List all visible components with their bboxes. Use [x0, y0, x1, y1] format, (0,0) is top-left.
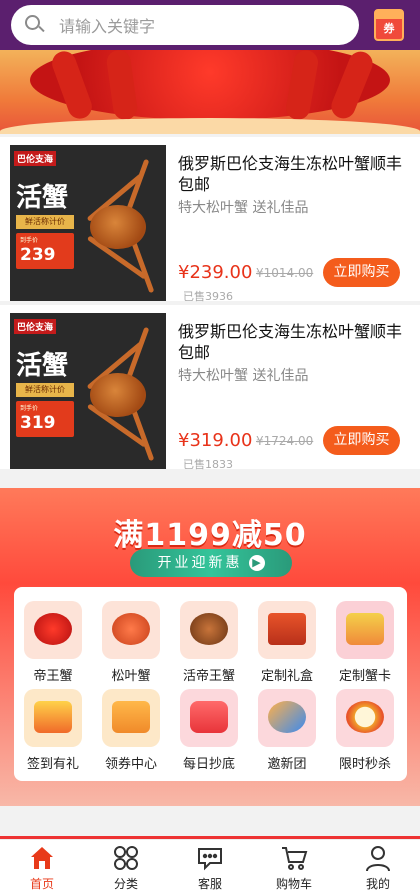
- bottom-nav: 首页 分类 客服 购物车 我的: [0, 839, 420, 894]
- sold-count: 已售1833: [183, 458, 233, 471]
- image-tag: 鲜活称计价: [16, 383, 74, 397]
- coupon-center-icon: [102, 689, 160, 747]
- image-headline: 活蟹: [16, 351, 69, 381]
- product-card[interactable]: 巴伦支海 活蟹 鲜活称计价 到手价 239 俄罗斯巴伦支海生冻松叶蟹顺丰包邮 特…: [0, 137, 420, 303]
- crab-image: [90, 373, 146, 417]
- product-image[interactable]: 巴伦支海 活蟹 鲜活称计价 到手价 319: [10, 313, 166, 469]
- coupon-label: 券: [383, 22, 395, 35]
- promo-headline: 满1199减50: [113, 518, 307, 553]
- category-label: 松叶蟹: [111, 669, 151, 684]
- image-tag: 鲜活称计价: [16, 215, 74, 229]
- image-headline: 活蟹: [16, 183, 69, 213]
- live-king-crab-icon: [180, 601, 238, 659]
- category-item-live-king-crab[interactable]: 活帝王蟹: [170, 601, 248, 691]
- product-subtitle: 特大松叶蟹 送礼佳品: [178, 368, 309, 384]
- nav-label: 客服: [197, 877, 222, 891]
- coupon-button[interactable]: 券: [374, 9, 404, 41]
- category-label: 帝王蟹: [33, 669, 73, 684]
- sign-in-gift-icon: [24, 689, 82, 747]
- nav-item-cart[interactable]: 购物车: [252, 840, 336, 894]
- category-label: 活帝王蟹: [182, 669, 235, 684]
- product-subtitle: 特大松叶蟹 送礼佳品: [178, 200, 309, 216]
- nav-label: 分类: [113, 877, 138, 891]
- category-item-crab-card[interactable]: 定制蟹卡: [326, 601, 404, 691]
- category-item-daily-deal[interactable]: 每日抄底: [170, 689, 248, 779]
- product-title[interactable]: 俄罗斯巴伦支海生冻松叶蟹顺丰包邮: [178, 321, 406, 363]
- category-grid: 帝王蟹 松叶蟹 活帝王蟹 定制礼盒 定制蟹卡 签到有礼 领券中心 每日抄底 邀新…: [14, 587, 407, 781]
- category-label: 限时秒杀: [338, 757, 391, 772]
- category-item-gift-box[interactable]: 定制礼盒: [248, 601, 326, 691]
- category-item-flash-sale[interactable]: 限时秒杀: [326, 689, 404, 779]
- buy-now-button[interactable]: 立即购买: [323, 258, 400, 287]
- image-price-label: 到手价: [20, 405, 39, 412]
- category-item-coupon-center[interactable]: 领券中心: [92, 689, 170, 779]
- top-bar: 请输入关键字 券: [0, 0, 420, 50]
- nav-label: 我的: [365, 877, 390, 891]
- brand-logo: 巴伦支海: [14, 151, 57, 166]
- original-price: ¥1014.00: [256, 266, 314, 280]
- crab-card-icon: [336, 601, 394, 659]
- category-item-snow-crab[interactable]: 松叶蟹: [92, 601, 170, 691]
- image-price-label: 到手价: [20, 237, 39, 244]
- promo-cta-button[interactable]: 开业迎新惠 ▶: [130, 549, 292, 577]
- service-icon: [198, 848, 222, 871]
- nav-label: 购物车: [275, 877, 312, 891]
- king-crab-icon: [24, 601, 82, 659]
- home-icon: [31, 847, 53, 869]
- category-label: 每日抄底: [182, 757, 235, 772]
- image-price-box: 到手价 319: [16, 401, 74, 437]
- nav-item-service[interactable]: 客服: [168, 840, 252, 894]
- gift-box-icon: [258, 601, 316, 659]
- product-price: ¥319.00: [178, 430, 253, 451]
- flash-sale-icon: [336, 689, 394, 747]
- promo-section: 满1199减50 开业迎新惠 ▶ 帝王蟹 松叶蟹 活帝王蟹 定制礼盒 定制蟹卡 签…: [0, 488, 420, 806]
- buy-now-button[interactable]: 立即购买: [323, 426, 400, 455]
- product-price: ¥239.00: [178, 262, 253, 283]
- category-icon: [114, 846, 138, 870]
- category-label: 签到有礼: [26, 757, 79, 772]
- invite-group-icon: [258, 689, 316, 747]
- brand-logo: 巴伦支海: [14, 319, 57, 334]
- sold-count: 已售3936: [183, 290, 233, 303]
- category-item-invite-group[interactable]: 邀新团: [248, 689, 326, 779]
- nav-label: 首页: [29, 877, 54, 891]
- category-item-king-crab[interactable]: 帝王蟹: [14, 601, 92, 691]
- original-price: ¥1724.00: [256, 434, 314, 448]
- category-label: 定制蟹卡: [338, 669, 391, 684]
- search-input[interactable]: 请输入关键字: [11, 5, 359, 45]
- promo-cta-label: 开业迎新惠: [157, 555, 243, 571]
- profile-icon: [366, 846, 390, 872]
- category-label: 定制礼盒: [260, 669, 313, 684]
- image-price-box: 到手价 239: [16, 233, 74, 269]
- nav-item-home[interactable]: 首页: [0, 840, 84, 894]
- nav-item-profile[interactable]: 我的: [336, 840, 420, 894]
- product-image[interactable]: 巴伦支海 活蟹 鲜活称计价 到手价 239: [10, 145, 166, 301]
- category-label: 邀新团: [267, 757, 307, 772]
- category-label: 领券中心: [104, 757, 157, 772]
- daily-deal-icon: [180, 689, 238, 747]
- nav-item-category[interactable]: 分类: [84, 840, 168, 894]
- chevron-right-icon: ▶: [248, 555, 265, 571]
- search-icon: [25, 15, 45, 35]
- crab-image: [90, 205, 146, 249]
- image-price: 239: [20, 245, 56, 265]
- product-card[interactable]: 巴伦支海 活蟹 鲜活称计价 到手价 319 俄罗斯巴伦支海生冻松叶蟹顺丰包邮 特…: [0, 305, 420, 471]
- search-placeholder: 请输入关键字: [59, 17, 156, 36]
- product-title[interactable]: 俄罗斯巴伦支海生冻松叶蟹顺丰包邮: [178, 153, 406, 195]
- category-item-sign-in-gift[interactable]: 签到有礼: [14, 689, 92, 779]
- hero-banner[interactable]: [0, 50, 420, 134]
- image-price: 319: [20, 413, 56, 433]
- cart-icon: [282, 847, 308, 870]
- snow-crab-icon: [102, 601, 160, 659]
